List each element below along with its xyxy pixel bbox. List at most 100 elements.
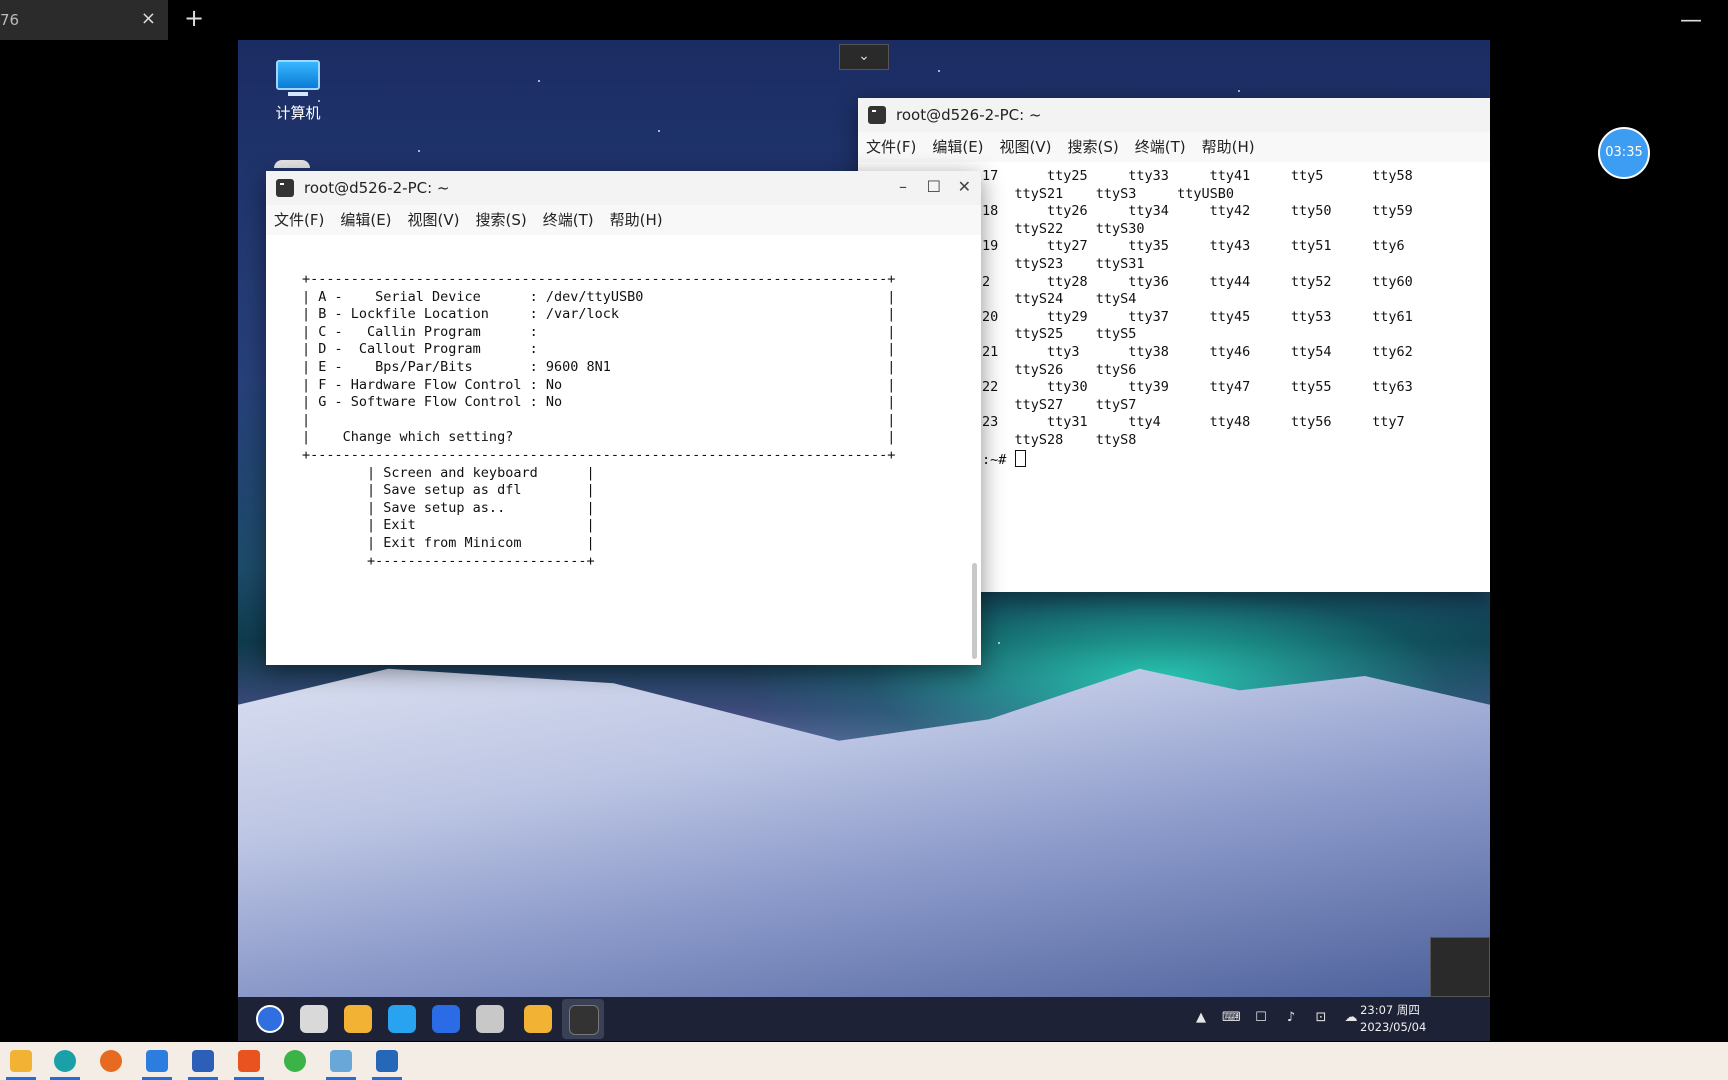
host-taskbar [0, 1042, 1728, 1080]
back-line: 2 tty28 tty36 tty44 tty52 tty60 [982, 273, 1413, 290]
new-tab-button[interactable]: + [184, 4, 204, 32]
front-line: | Save setup as.. | [302, 499, 595, 516]
photos-icon[interactable] [376, 1050, 398, 1072]
front-line: | Exit | [302, 517, 595, 534]
menu-edit[interactable]: 编辑(E) [340, 205, 391, 235]
back-line: 22 tty30 tty39 tty47 tty55 tty63 [982, 379, 1413, 396]
front-line: | B - Lockfile Location : /var/lock | [302, 306, 896, 323]
launcher-icon[interactable] [256, 1005, 284, 1033]
terminal-icon [868, 106, 886, 124]
chevron-down-icon[interactable]: ⌄ [839, 44, 889, 70]
front-line: +---------------------------------------… [302, 271, 896, 287]
remote-app-icon[interactable] [238, 1050, 260, 1072]
terminal-icon[interactable] [569, 1005, 599, 1035]
menu-help[interactable]: 帮助(H) [1202, 132, 1255, 162]
front-line: | G - Software Flow Control : No | [302, 394, 896, 411]
wps-writer-icon[interactable] [432, 1005, 460, 1033]
maximize-button[interactable]: ☐ [927, 177, 941, 196]
back-line: 17 tty25 tty33 tty41 tty5 tty58 [982, 168, 1413, 184]
back-line: ttyS27 ttyS7 [982, 396, 1137, 413]
snow-landscape [238, 668, 1490, 997]
terminal-window-front[interactable]: root@d526-2-PC: ~ – ☐ ✕ 文件(F) 编辑(E) 视图(V) 搜… [266, 171, 981, 665]
back-line: ttyS26 ttyS6 [982, 361, 1137, 378]
folder-icon[interactable] [524, 1005, 552, 1033]
desktop-computer-label: 计算机 [275, 104, 321, 122]
remote-control-panel-icon[interactable] [1430, 937, 1490, 997]
front-line: | C - Callin Program : | [302, 323, 896, 340]
text-cursor [1014, 449, 1026, 467]
desktop-computer-icon[interactable]: 计算机 [266, 60, 330, 123]
app-store-icon[interactable] [388, 1005, 416, 1033]
weather-icon[interactable]: ☁ [1342, 1010, 1360, 1026]
monitor-icon [276, 60, 320, 90]
menu-search[interactable]: 搜索(S) [1068, 132, 1119, 162]
front-line: | Screen and keyboard | [302, 464, 595, 481]
file-manager-icon[interactable] [344, 1005, 372, 1033]
back-line: 20 tty29 tty37 tty45 tty53 tty61 [982, 308, 1413, 325]
terminal-back-titlebar[interactable]: root@d526-2-PC: ~ [858, 98, 1490, 132]
multitask-icon[interactable] [300, 1005, 328, 1033]
back-line: 21 tty3 tty38 tty46 tty54 tty62 [982, 343, 1413, 360]
menu-help[interactable]: 帮助(H) [610, 205, 663, 235]
network-icon[interactable]: ⊡ [1312, 1010, 1330, 1026]
tray-expand-icon[interactable]: ▲ [1192, 1010, 1210, 1026]
front-line: | | [302, 411, 896, 428]
firefox-icon[interactable] [100, 1050, 122, 1072]
back-line: ttyS25 ttyS5 [982, 326, 1137, 343]
back-line: ttyS23 ttyS31 [982, 255, 1145, 272]
back-line: ttyS28 ttyS8 [982, 431, 1137, 448]
front-line: | Exit from Minicom | [302, 534, 595, 551]
front-line: +---------------------------------------… [302, 446, 896, 463]
front-line: | A - Serial Device : /dev/ttyUSB0 | [302, 288, 896, 305]
back-line: ttyS21 ttyS3 ttyUSB0 [982, 185, 1234, 202]
back-line: 19 tty27 tty35 tty43 tty51 tty6 [982, 238, 1405, 255]
menu-edit[interactable]: 编辑(E) [932, 132, 983, 162]
volume-icon[interactable]: ♪ [1282, 1010, 1300, 1026]
menu-terminal[interactable]: 终端(T) [1135, 132, 1186, 162]
terminal-front-output[interactable]: +---------------------------------------… [266, 235, 981, 570]
host-tab-title: 76 [0, 11, 20, 29]
minimize-button[interactable]: – [899, 177, 907, 196]
clock-date: 2023/05/04 [1360, 1020, 1427, 1034]
terminal-icon [276, 179, 294, 197]
front-line: | Change which setting? | [302, 429, 896, 446]
minicom-config-menu: +---------------------------------------… [302, 271, 981, 570]
trash-icon[interactable] [274, 160, 310, 168]
minimize-icon[interactable]: — [1680, 8, 1702, 33]
notes-icon[interactable] [146, 1050, 168, 1072]
menu-file[interactable]: 文件(F) [866, 132, 916, 162]
remote-desktop-icon[interactable] [330, 1050, 352, 1072]
menu-terminal[interactable]: 终端(T) [543, 205, 594, 235]
front-line: | D - Callout Program : | [302, 341, 896, 358]
clock[interactable]: 23:07 周四 2023/05/04 [1360, 1002, 1427, 1036]
keyboard-icon[interactable]: ⌨ [1222, 1010, 1241, 1026]
notification-icon[interactable]: ☐ [1252, 1010, 1270, 1026]
window-title: root@d526-2-PC: ~ [304, 179, 450, 197]
word-icon[interactable] [192, 1050, 214, 1072]
remote-taskbar: ▲ ⌨ ☐ ♪ ⊡ ☁ 23:07 周四 2023/05/04 [238, 997, 1490, 1041]
menu-view[interactable]: 视图(V) [408, 205, 460, 235]
back-line: 18 tty26 tty34 tty42 tty50 tty59 [982, 203, 1413, 220]
terminal-front-titlebar[interactable]: root@d526-2-PC: ~ – ☐ ✕ [266, 171, 981, 205]
front-line: | F - Hardware Flow Control : No | [302, 376, 896, 393]
host-tab[interactable]: 76 × [0, 0, 168, 40]
back-line: ttyS24 ttyS4 [982, 291, 1137, 308]
front-line: | Save setup as dfl | [302, 482, 595, 499]
menu-view[interactable]: 视图(V) [1000, 132, 1052, 162]
file-explorer-icon[interactable] [10, 1050, 32, 1072]
front-line: +--------------------------+ [302, 552, 595, 569]
screenshot-icon[interactable] [476, 1005, 504, 1033]
close-icon[interactable]: × [141, 8, 156, 29]
terminal-back-menubar: 文件(F) 编辑(E) 视图(V) 搜索(S) 终端(T) 帮助(H) [858, 132, 1490, 162]
terminal-front-menubar: 文件(F) 编辑(E) 视图(V) 搜索(S) 终端(T) 帮助(H) [266, 205, 981, 235]
edge-icon[interactable] [54, 1050, 76, 1072]
clock-time: 23:07 周四 [1360, 1003, 1420, 1017]
scrollbar[interactable] [972, 563, 977, 659]
window-title: root@d526-2-PC: ~ [896, 106, 1042, 124]
terminal-prompt: :~# [982, 451, 1015, 468]
menu-file[interactable]: 文件(F) [274, 205, 324, 235]
close-button[interactable]: ✕ [958, 177, 971, 196]
recording-timer[interactable]: 03:35 [1598, 127, 1650, 179]
wechat-icon[interactable] [284, 1050, 306, 1072]
menu-search[interactable]: 搜索(S) [476, 205, 527, 235]
